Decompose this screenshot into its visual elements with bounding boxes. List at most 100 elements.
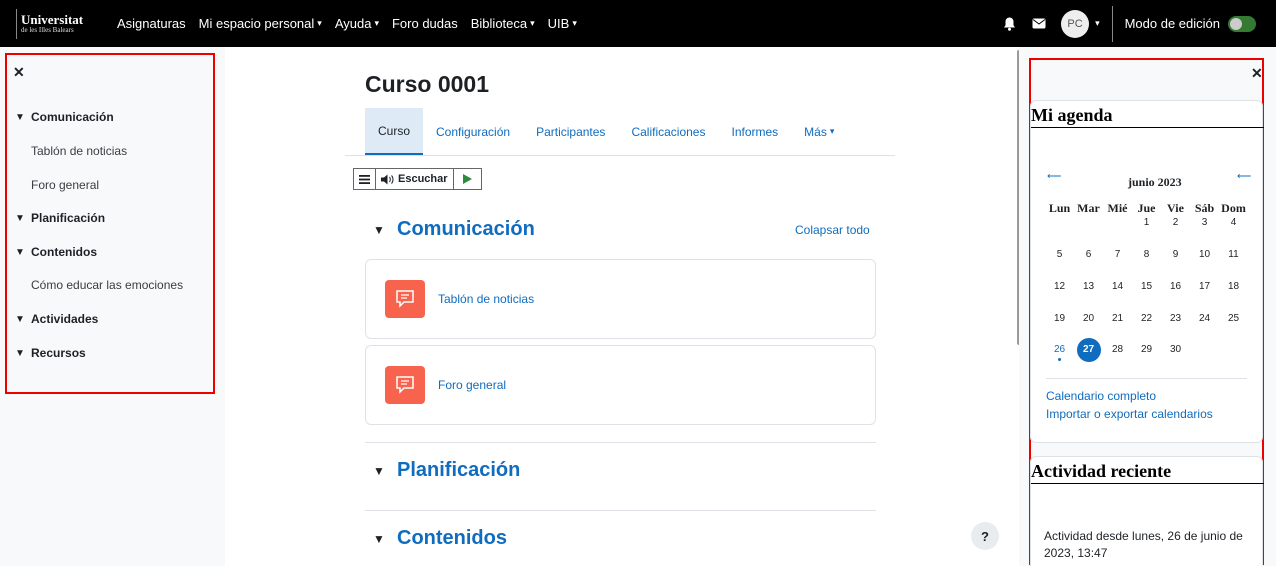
nav-ayuda[interactable]: Ayuda ▾ <box>335 16 379 31</box>
logo-line1: Universitat <box>21 12 84 27</box>
calendar-day[interactable]: 26 <box>1046 339 1074 361</box>
collapse-all-link[interactable]: Colapsar todo <box>795 223 870 237</box>
avatar[interactable]: PC <box>1061 9 1090 38</box>
edit-mode-toggle[interactable] <box>1228 15 1256 32</box>
calendar-day[interactable]: 3 <box>1191 212 1219 234</box>
import-export-link[interactable]: Importar o exportar calendarios <box>1046 407 1213 421</box>
tab-participantes[interactable]: Participantes <box>523 108 618 155</box>
university-logo[interactable]: Universitat de les Illes Balears <box>16 8 111 39</box>
prev-month-arrow-icon[interactable]: ⟵ <box>1047 171 1061 182</box>
index-section-contenidos[interactable]: ▼ Contenidos <box>15 245 97 259</box>
activity-link[interactable]: Tablón de noticias <box>438 292 534 306</box>
tab-configuracion[interactable]: Configuración <box>423 108 523 155</box>
forum-icon <box>385 366 425 404</box>
calendar-day[interactable]: 18 <box>1220 276 1248 298</box>
section-header-comunicacion[interactable]: ▼ Comunicación <box>373 218 535 241</box>
chevron-down-icon: ▼ <box>373 531 385 546</box>
index-item-foro[interactable]: Foro general <box>31 178 99 192</box>
calendar-day[interactable]: 2 <box>1162 212 1190 234</box>
recent-activity-block: Actividad reciente Actividad desde lunes… <box>1030 456 1264 566</box>
menu-icon[interactable] <box>354 169 376 189</box>
calendar-day[interactable]: 28 <box>1104 339 1132 361</box>
tab-mas-label: Más <box>804 124 827 139</box>
calendar-day[interactable]: 8 <box>1133 244 1161 266</box>
full-calendar-link[interactable]: Calendario completo <box>1046 389 1156 403</box>
calendar-day[interactable]: 19 <box>1046 308 1074 330</box>
calendar-day[interactable]: 5 <box>1046 244 1074 266</box>
play-icon[interactable] <box>454 169 481 189</box>
calendar-day[interactable]: 27 <box>1076 338 1101 362</box>
calendar-day[interactable]: 21 <box>1104 308 1132 330</box>
calendar-day[interactable]: 29 <box>1133 339 1161 361</box>
calendar-day[interactable]: 25 <box>1220 308 1248 330</box>
index-item-emociones[interactable]: Cómo educar las emociones <box>31 278 183 292</box>
calendar-divider <box>1046 378 1247 379</box>
calendar-day[interactable]: 9 <box>1162 244 1190 266</box>
user-menu-area: PC ▾ Modo de edición <box>987 0 1256 47</box>
nav-link-label: Biblioteca <box>470 16 528 31</box>
title-underline <box>1031 127 1264 128</box>
edit-mode-label: Modo de edición <box>1124 16 1220 31</box>
message-icon[interactable] <box>1031 16 1047 32</box>
calendar-day[interactable]: 6 <box>1075 244 1103 266</box>
section-header-planificacion[interactable]: ▼ Planificación <box>373 459 520 482</box>
chevron-down-icon: ▾ <box>572 18 577 28</box>
index-section-actividades[interactable]: ▼ Actividades <box>15 312 98 326</box>
calendar-day[interactable]: 4 <box>1220 212 1248 234</box>
tab-curso[interactable]: Curso <box>365 108 424 155</box>
tab-calificaciones[interactable]: Calificaciones <box>618 108 718 155</box>
activity-link[interactable]: Foro general <box>438 378 506 392</box>
calendar-day[interactable]: 7 <box>1104 244 1132 266</box>
block-drawer: ✕ Mi agenda ⟵ junio 2023 ⟵ Lun Mar Mié Jue V… <box>1019 47 1276 566</box>
tab-informes[interactable]: Informes <box>718 108 791 155</box>
weekday-header: Lun <box>1048 201 1071 215</box>
main-content: Curso 0001 Curso Configuración Participa… <box>225 47 1015 566</box>
next-month-arrow-icon[interactable]: ⟵ <box>1237 171 1251 182</box>
tab-mas[interactable]: Más ▾ <box>791 108 847 155</box>
index-section-comunicacion[interactable]: ▼ Comunicación <box>15 110 114 124</box>
calendar-day[interactable]: 16 <box>1162 276 1190 298</box>
readspeaker-toolbar: Escuchar <box>353 168 482 190</box>
bell-icon[interactable] <box>1001 16 1017 32</box>
activity-card: Tablón de noticias <box>365 259 876 339</box>
calendar-day[interactable]: 23 <box>1162 308 1190 330</box>
close-icon[interactable]: ✕ <box>13 64 25 81</box>
chevron-down-icon: ▼ <box>15 212 25 224</box>
chevron-down-icon: ▼ <box>15 111 25 123</box>
calendar-day[interactable]: 11 <box>1220 244 1248 266</box>
nav-foro-dudas[interactable]: Foro dudas <box>392 16 458 31</box>
nav-asignaturas[interactable]: Asignaturas <box>117 16 186 31</box>
calendar-day[interactable]: 20 <box>1075 308 1103 330</box>
index-section-planificacion[interactable]: ▼ Planificación <box>15 211 105 225</box>
index-item-tablon[interactable]: Tablón de noticias <box>31 144 127 158</box>
index-section-label: Actividades <box>31 312 99 326</box>
nav-link-label: UIB <box>547 16 570 31</box>
nav-uib[interactable]: UIB ▾ <box>548 16 577 31</box>
nav-divider <box>1111 5 1113 42</box>
speaker-icon <box>381 174 394 184</box>
calendar-day[interactable]: 22 <box>1133 308 1161 330</box>
calendar-day[interactable]: 1 <box>1133 212 1161 234</box>
listen-button[interactable]: Escuchar <box>376 169 454 189</box>
calendar-day[interactable]: 14 <box>1104 276 1132 298</box>
help-button[interactable]: ? <box>971 522 999 550</box>
calendar-day[interactable]: 30 <box>1162 339 1190 361</box>
page-title: Curso 0001 <box>365 71 490 97</box>
nav-mi-espacio-personal[interactable]: Mi espacio personal ▾ <box>199 16 322 31</box>
index-section-label: Contenidos <box>31 245 97 259</box>
chevron-down-icon[interactable]: ▾ <box>1095 18 1100 29</box>
chevron-down-icon: ▾ <box>317 18 322 28</box>
calendar-day[interactable]: 13 <box>1075 276 1103 298</box>
calendar-day[interactable]: 15 <box>1133 276 1161 298</box>
section-header-contenidos[interactable]: ▼ Contenidos <box>373 527 507 550</box>
calendar-day[interactable]: 12 <box>1046 276 1074 298</box>
forum-icon <box>385 280 425 318</box>
calendar-day[interactable]: 10 <box>1191 244 1219 266</box>
section-title: Contenidos <box>397 527 507 549</box>
nav-biblioteca[interactable]: Biblioteca ▾ <box>471 16 535 31</box>
calendar-day[interactable]: 24 <box>1191 308 1219 330</box>
calendar-day[interactable]: 17 <box>1191 276 1219 298</box>
close-icon[interactable]: ✕ <box>1251 65 1263 82</box>
weekday-header: Mié <box>1107 201 1128 215</box>
index-section-recursos[interactable]: ▼ Recursos <box>15 346 86 360</box>
